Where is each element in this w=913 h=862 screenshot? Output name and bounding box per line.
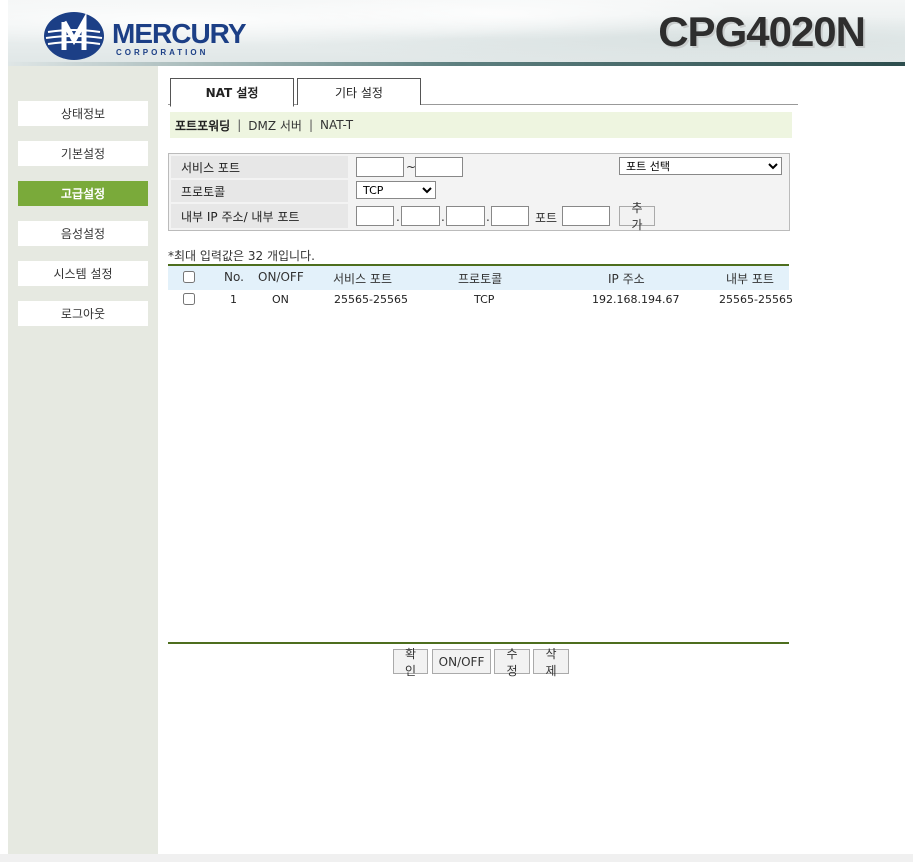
port-select-dropdown[interactable]: 포트 선택: [619, 157, 782, 175]
sub-navigation: 포트포워딩 | DMZ 서버 | NAT-T: [170, 112, 792, 138]
onoff-button[interactable]: ON/OFF: [432, 649, 491, 674]
cell-protocol: TCP: [474, 293, 495, 306]
service-port-start-input[interactable]: [356, 157, 404, 177]
column-header-onoff: ON/OFF: [258, 270, 304, 284]
column-header-protocol: 프로토콜: [458, 272, 503, 286]
sidebar-item-system[interactable]: 시스템 설정: [18, 261, 148, 286]
cell-internal-port: 25565-25565: [719, 293, 793, 306]
header-banner: MERCURY CORPORATION CPG4020N: [8, 0, 905, 66]
tab-bar: NAT 설정 기타 설정: [168, 76, 798, 107]
sidebar: 상태정보 기본설정 고급설정 음성설정 시스템 설정 로그아웃: [8, 66, 158, 854]
cell-onoff: ON: [272, 293, 289, 306]
confirm-button[interactable]: 확인: [393, 647, 428, 678]
sidebar-item-status[interactable]: 상태정보: [18, 101, 148, 126]
action-bar: 확인 ON/OFF 수정 삭제: [393, 647, 793, 678]
internal-port-input[interactable]: [562, 206, 610, 226]
page-bottom-border: [0, 854, 913, 862]
sidebar-item-label: 상태정보: [60, 107, 106, 121]
subnav-separator: |: [308, 118, 314, 132]
sidebar-item-logout[interactable]: 로그아웃: [18, 301, 148, 326]
logo-subtitle: CORPORATION: [116, 48, 209, 57]
subnav-port-forwarding[interactable]: 포트포워딩: [175, 117, 230, 134]
sidebar-item-label: 기본설정: [60, 147, 106, 161]
sidebar-item-label: 음성설정: [60, 227, 106, 241]
service-port-label: 서비스 포트: [171, 156, 348, 178]
service-port-row: 서비스 포트 ~ 포트 선택: [171, 156, 787, 178]
add-button[interactable]: 추가: [619, 201, 655, 232]
column-header-internal-port: 내부 포트: [726, 272, 774, 286]
subnav-nat-t[interactable]: NAT-T: [320, 118, 353, 132]
table-row: 1 ON 25565-25565 TCP 192.168.194.67 2556…: [168, 293, 793, 311]
ip-octet-2-input[interactable]: [401, 206, 440, 226]
ip-octet-3-input[interactable]: [446, 206, 485, 226]
subnav-dmz-server[interactable]: DMZ 서버: [248, 117, 302, 134]
port-forward-form: 서비스 포트 ~ 포트 선택 프로토콜 TCP 내부 IP 주소/ 내부 포트 …: [168, 153, 790, 232]
ip-dot: .: [486, 210, 490, 224]
sidebar-item-label: 시스템 설정: [53, 267, 113, 281]
logo-name: MERCURY: [112, 18, 247, 49]
protocol-label: 프로토콜: [171, 180, 348, 202]
protocol-dropdown[interactable]: TCP: [356, 181, 436, 199]
sidebar-item-label: 고급설정: [60, 187, 106, 201]
column-header-service-port: 서비스 포트: [333, 272, 393, 286]
internal-port-label: 포트: [535, 211, 558, 225]
ip-octet-1-input[interactable]: [356, 206, 394, 226]
table-bottom-rule: [168, 642, 789, 644]
cell-ip: 192.168.194.67: [592, 293, 680, 306]
protocol-row: 프로토콜 TCP: [171, 180, 787, 202]
select-all-checkbox[interactable]: [183, 271, 195, 283]
cell-service-port: 25565-25565: [334, 293, 408, 306]
column-header-no: No.: [224, 270, 244, 284]
ip-dot: .: [396, 210, 400, 224]
mercury-logo-icon: [44, 12, 104, 60]
internal-ip-row: 내부 IP 주소/ 내부 포트 . . . 포트 추가: [171, 201, 787, 232]
edit-button[interactable]: 수정: [494, 647, 530, 678]
logo-text: MERCURY CORPORATION: [112, 18, 247, 58]
table-header: No. ON/OFF 서비스 포트 프로토콜 IP 주소 내부 포트: [168, 264, 789, 290]
subnav-separator: |: [237, 118, 242, 132]
sidebar-item-advanced[interactable]: 고급설정: [18, 181, 148, 206]
sidebar-item-label: 로그아웃: [60, 307, 106, 321]
internal-ip-label: 내부 IP 주소/ 내부 포트: [171, 204, 348, 228]
tab-nat-settings[interactable]: NAT 설정: [170, 78, 294, 107]
delete-button[interactable]: 삭제: [533, 647, 569, 678]
tab-label: 기타 설정: [335, 85, 383, 100]
sidebar-item-voice[interactable]: 음성설정: [18, 221, 148, 246]
model-name: CPG4020N: [658, 8, 866, 55]
ip-dot: .: [441, 210, 445, 224]
row-checkbox[interactable]: [183, 293, 195, 305]
sidebar-item-basic[interactable]: 기본설정: [18, 141, 148, 166]
max-entries-note: *최대 입력값은 32 개입니다.: [168, 249, 315, 263]
service-port-end-input[interactable]: [415, 157, 463, 177]
column-header-ip: IP 주소: [608, 272, 645, 286]
cell-no: 1: [230, 293, 237, 306]
tab-other-settings[interactable]: 기타 설정: [297, 78, 421, 105]
tab-label: NAT 설정: [205, 86, 259, 100]
ip-octet-4-input[interactable]: [491, 206, 529, 226]
